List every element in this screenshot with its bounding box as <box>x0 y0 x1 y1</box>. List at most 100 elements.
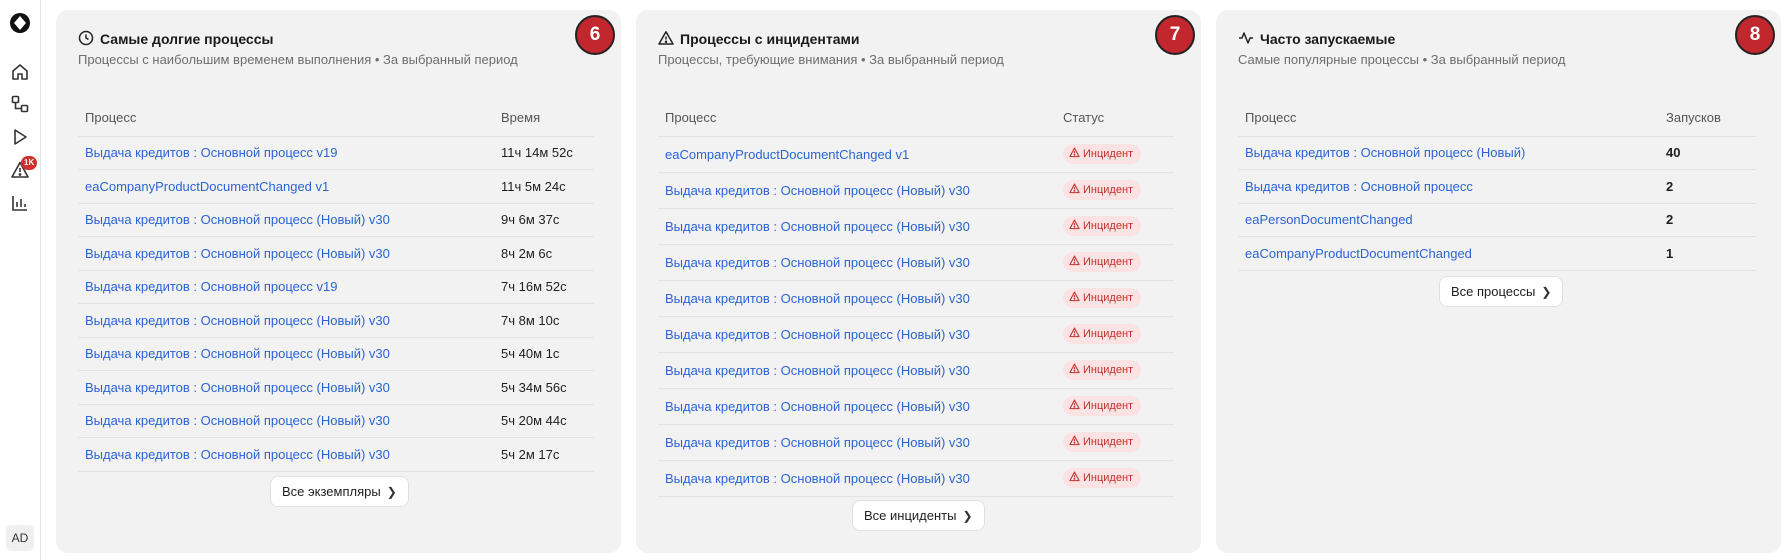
column-header-process: Процесс <box>1238 102 1659 137</box>
status-cell: Инцидент <box>1056 136 1174 173</box>
longest-table: Процесс Время Выдача кредитов : Основной… <box>78 102 594 472</box>
table-row: Выдача кредитов : Основной процесс (Новы… <box>78 236 594 271</box>
all-processes-button[interactable]: Все процессы ❯ <box>1439 276 1564 307</box>
process-link[interactable]: Выдача кредитов : Основной процесс (Новы… <box>85 346 390 361</box>
table-row: Выдача кредитов : Основной процесс (Новы… <box>658 424 1174 461</box>
alerts-count-badge: 1K <box>21 156 38 170</box>
process-link[interactable]: Выдача кредитов : Основной процесс (Новы… <box>665 183 970 198</box>
all-incidents-button[interactable]: Все инциденты ❯ <box>852 500 985 531</box>
process-cell: Выдача кредитов : Основной процесс (Новы… <box>78 203 494 237</box>
table-row: Выдача кредитов : Основной процесс (Новы… <box>658 244 1174 281</box>
process-link[interactable]: Выдача кредитов : Основной процесс <box>1245 179 1473 194</box>
card-subtitle: Самые популярные процессы • За выбранный… <box>1238 52 1566 67</box>
process-link[interactable]: eaPersonDocumentChanged <box>1245 212 1413 227</box>
process-link[interactable]: Выдача кредитов : Основной процесс v19 <box>85 145 337 160</box>
play-icon[interactable] <box>10 127 30 147</box>
incident-status-badge: Инцидент <box>1063 432 1142 452</box>
warning-icon <box>1069 327 1080 338</box>
incident-status-badge: Инцидент <box>1063 216 1142 236</box>
process-cell: Выдача кредитов : Основной процесс (Новы… <box>78 303 494 338</box>
process-link[interactable]: Выдача кредитов : Основной процесс (Новы… <box>85 380 390 395</box>
analytics-icon[interactable] <box>10 193 30 213</box>
incident-status-badge: Инцидент <box>1063 180 1142 200</box>
process-cell: eaPersonDocumentChanged <box>1238 203 1659 237</box>
process-cell: eaCompanyProductDocumentChanged v1 <box>78 169 494 204</box>
runs-cell: 2 <box>1659 203 1756 237</box>
table-row: Выдача кредитов : Основной процесс v19 7ч… <box>78 270 594 304</box>
process-link[interactable]: eaCompanyProductDocumentChanged v1 <box>85 179 329 194</box>
process-link[interactable]: eaCompanyProductDocumentChanged <box>1245 246 1472 261</box>
activity-icon <box>1238 30 1254 46</box>
card-title: Процессы с инцидентами <box>680 31 860 47</box>
incident-status-badge: Инцидент <box>1063 144 1142 164</box>
process-cell: Выдача кредитов : Основной процесс (Новы… <box>658 424 1056 461</box>
table-row: Выдача кредитов : Основной процесс v19 11… <box>78 136 594 170</box>
status-cell: Инцидент <box>1056 280 1174 317</box>
process-link[interactable]: Выдача кредитов : Основной процесс (Новы… <box>85 313 390 328</box>
logo-icon[interactable] <box>9 12 31 34</box>
process-cell: Выдача кредитов : Основной процесс (Новы… <box>658 172 1056 209</box>
table-row: Выдача кредитов : Основной процесс (Новы… <box>658 280 1174 317</box>
table-row: Выдача кредитов : Основной процесс (Новы… <box>78 203 594 237</box>
process-flow-icon[interactable] <box>10 94 30 114</box>
process-link[interactable]: Выдача кредитов : Основной процесс (Новы… <box>665 255 970 270</box>
incident-status-badge: Инцидент <box>1063 324 1142 344</box>
process-link[interactable]: Выдача кредитов : Основной процесс (Новы… <box>85 212 390 227</box>
process-cell: Выдача кредитов : Основной процесс <box>1238 169 1659 204</box>
process-link[interactable]: Выдача кредитов : Основной процесс (Новы… <box>665 327 970 342</box>
process-link[interactable]: Выдача кредитов : Основной процесс (Новы… <box>1245 145 1525 160</box>
sidebar: 1K AD <box>0 0 41 560</box>
process-link[interactable]: Выдача кредитов : Основной процесс (Новы… <box>665 363 970 378</box>
process-link[interactable]: Выдача кредитов : Основной процесс v19 <box>85 279 337 294</box>
process-link[interactable]: eaCompanyProductDocumentChanged v1 <box>665 147 909 162</box>
table-row: Выдача кредитов : Основной процесс 2 <box>1238 169 1756 204</box>
chevron-right-icon: ❯ <box>962 509 973 523</box>
status-cell: Инцидент <box>1056 388 1174 425</box>
process-cell: Выдача кредитов : Основной процесс (Новы… <box>658 244 1056 281</box>
column-header-runs: Запусков <box>1659 102 1756 137</box>
status-cell: Инцидент <box>1056 424 1174 461</box>
process-cell: Выдача кредитов : Основной процесс (Новы… <box>658 460 1056 497</box>
chevron-right-icon: ❯ <box>1541 285 1552 299</box>
incident-status-badge: Инцидент <box>1063 468 1142 488</box>
time-cell: 5ч 40м 1с <box>494 337 594 371</box>
process-link[interactable]: Выдача кредитов : Основной процесс (Новы… <box>665 399 970 414</box>
incident-status-label: Инцидент <box>1083 220 1134 232</box>
warning-icon <box>1069 147 1080 158</box>
status-cell: Инцидент <box>1056 352 1174 389</box>
incident-status-label: Инцидент <box>1083 436 1134 448</box>
home-icon[interactable] <box>10 62 30 82</box>
table-row: Выдача кредитов : Основной процесс (Новы… <box>78 404 594 438</box>
card-subtitle: Процессы с наибольшим временем выполнени… <box>78 52 518 67</box>
card-subtitle: Процессы, требующие внимания • За выбран… <box>658 52 1004 67</box>
avatar[interactable]: AD <box>6 525 34 551</box>
all-instances-button[interactable]: Все экземпляры ❯ <box>270 476 409 507</box>
table-row: Выдача кредитов : Основной процесс (Новы… <box>658 316 1174 353</box>
process-cell: Выдача кредитов : Основной процесс (Новы… <box>658 388 1056 425</box>
frequent-table: Процесс Запусков Выдача кредитов : Основ… <box>1238 102 1756 271</box>
incident-status-label: Инцидент <box>1083 472 1134 484</box>
runs-cell: 2 <box>1659 169 1756 204</box>
process-link[interactable]: Выдача кредитов : Основной процесс (Новы… <box>665 471 970 486</box>
table-row: eaCompanyProductDocumentChanged v1 11ч 5м… <box>78 169 594 204</box>
time-cell: 5ч 34м 56с <box>494 370 594 405</box>
runs-cell: 1 <box>1659 236 1756 271</box>
process-link[interactable]: Выдача кредитов : Основной процесс (Новы… <box>665 219 970 234</box>
table-row: Выдача кредитов : Основной процесс (Новы… <box>658 172 1174 209</box>
process-link[interactable]: Выдача кредитов : Основной процесс (Новы… <box>85 246 390 261</box>
table-row: Выдача кредитов : Основной процесс (Новы… <box>658 388 1174 425</box>
incident-status-badge: Инцидент <box>1063 288 1142 308</box>
process-link[interactable]: Выдача кредитов : Основной процесс (Новы… <box>85 413 390 428</box>
process-link[interactable]: Выдача кредитов : Основной процесс (Новы… <box>85 447 390 462</box>
status-cell: Инцидент <box>1056 316 1174 353</box>
table-row: Выдача кредитов : Основной процесс (Новы… <box>658 352 1174 389</box>
table-row: Выдача кредитов : Основной процесс (Новы… <box>658 460 1174 497</box>
button-label: Все экземпляры <box>282 484 381 499</box>
column-header-status: Статус <box>1056 102 1174 137</box>
warning-icon <box>1069 291 1080 302</box>
button-label: Все инциденты <box>864 508 957 523</box>
time-cell: 7ч 8м 10с <box>494 303 594 338</box>
table-row: Выдача кредитов : Основной процесс (Новы… <box>78 437 594 472</box>
process-link[interactable]: Выдача кредитов : Основной процесс (Новы… <box>665 291 970 306</box>
process-link[interactable]: Выдача кредитов : Основной процесс (Новы… <box>665 435 970 450</box>
